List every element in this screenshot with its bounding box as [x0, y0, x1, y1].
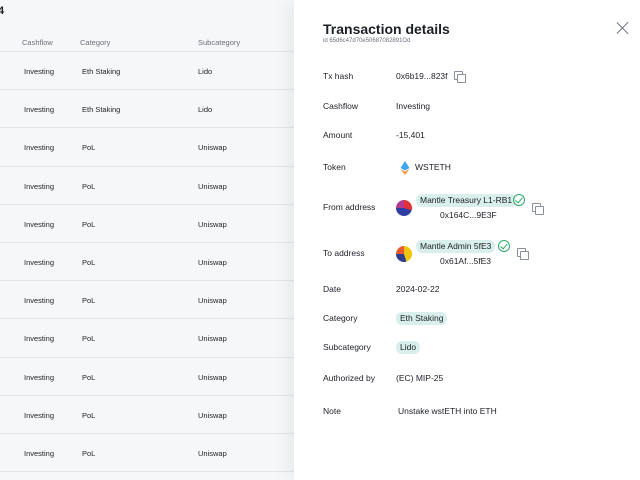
subcategory-tag: Lido [396, 341, 421, 354]
table-body: Investing Eth Staking Lido Investing Eth St… [0, 52, 300, 473]
copy-icon[interactable] [532, 203, 544, 215]
transaction-id: id 65d6c47d70e50687082891Od [323, 38, 411, 44]
table-row[interactable]: Investing PoL Uniswap [0, 319, 300, 358]
cell-subcategory: Uniswap [198, 334, 227, 344]
cell-subcategory: Uniswap [198, 372, 227, 382]
cell-subcategory: Uniswap [198, 257, 227, 267]
cashflow-label: Cashflow [323, 101, 358, 111]
copy-icon[interactable] [517, 248, 529, 260]
from-avatar [396, 200, 412, 216]
table-row[interactable]: Investing Eth Staking Lido [0, 52, 300, 91]
table-row[interactable]: Investing PoL Uniswap [0, 281, 300, 320]
table-row[interactable]: Investing PoL Uniswap [0, 167, 300, 205]
table-row[interactable]: Investing PoL Uniswap [0, 358, 300, 396]
cell-category: Eth Staking [82, 105, 121, 115]
table-header: Cashflow Category Subcategory [0, 32, 300, 52]
table-row[interactable]: Investing PoL Uniswap [0, 243, 300, 282]
cashflow-value: Investing [396, 101, 431, 111]
subcategory-label: Subcategory [323, 342, 371, 352]
close-icon[interactable] [616, 21, 630, 35]
cell-subcategory: Uniswap [198, 181, 227, 191]
tx-hash-label: Tx hash [323, 71, 354, 81]
cell-category: PoL [82, 448, 96, 458]
transaction-details-drawer: Transaction details id 65d6c47d70e506870… [294, 0, 640, 480]
from-address-value: 0x164C...9E3F [440, 210, 497, 220]
to-address-value: 0x61Af...5fE3 [440, 256, 492, 266]
cell-cashflow: Investing [24, 296, 55, 306]
amount-label: Amount [323, 130, 353, 140]
cell-category: PoL [82, 372, 96, 382]
tx-hash-value: 0x6b19...823f [396, 71, 448, 81]
cell-cashflow: Investing [24, 67, 55, 76]
cell-cashflow: Investing [24, 334, 55, 344]
cell-cashflow: Investing [24, 410, 55, 420]
token-label: Token [323, 162, 346, 172]
cell-subcategory: Lido [198, 105, 213, 115]
category-tag: Eth Staking [396, 312, 448, 325]
column-header-category[interactable]: Category [80, 38, 110, 47]
drawer-title: Transaction details [323, 21, 450, 37]
from-address-name-tag: Mantle Treasury L1-RB1 [416, 194, 517, 207]
cell-subcategory: Uniswap [198, 296, 227, 306]
cell-category: Eth Staking [82, 67, 121, 76]
to-avatar [396, 246, 412, 262]
verified-check-icon [513, 194, 525, 206]
token-value: WSTETH [415, 162, 451, 172]
cell-cashflow: Investing [24, 448, 55, 458]
table-row[interactable]: Investing PoL Uniswap [0, 205, 300, 243]
date-value: 2024-02-22 [396, 284, 440, 294]
cell-subcategory: Lido [198, 67, 213, 76]
cell-cashflow: Investing [24, 181, 55, 191]
verified-check-icon [498, 240, 510, 252]
cell-cashflow: Investing [24, 105, 55, 115]
category-label: Category [323, 313, 358, 323]
note-label: Note [323, 406, 341, 416]
cell-subcategory: Uniswap [198, 143, 227, 153]
cell-subcategory: Uniswap [198, 410, 227, 420]
table-row[interactable]: Investing PoL Uniswap [0, 434, 300, 473]
cell-category: PoL [82, 143, 96, 153]
amount-value: -15,401 [396, 130, 425, 140]
to-address-label: To address [323, 248, 365, 258]
note-value: Unstake wstETH into ETH [398, 406, 497, 416]
table-row[interactable]: Investing Eth Staking Lido [0, 90, 300, 129]
cell-cashflow: Investing [24, 143, 55, 153]
cell-cashflow: Investing [24, 372, 55, 382]
authorized-by-value: (EC) MIP-25 [396, 373, 444, 383]
cell-category: PoL [82, 219, 96, 229]
cell-category: PoL [82, 296, 96, 306]
authorized-by-label: Authorized by [323, 373, 375, 383]
cell-category: PoL [82, 257, 96, 267]
cell-category: PoL [82, 410, 96, 420]
page-title-fragment: 4 [0, 5, 5, 17]
from-address-label: From address [323, 202, 376, 212]
cell-cashflow: Investing [24, 257, 55, 267]
cell-subcategory: Uniswap [198, 448, 227, 458]
table-row[interactable]: Investing PoL Uniswap [0, 396, 300, 434]
date-label: Date [323, 284, 341, 294]
cell-cashflow: Investing [24, 219, 55, 229]
to-address-name-tag: Mantle Admin 5fE3 [416, 240, 496, 253]
wsteth-token-icon [400, 161, 410, 175]
cell-category: PoL [82, 181, 96, 191]
table-row[interactable]: Investing PoL Uniswap [0, 128, 300, 167]
cell-subcategory: Uniswap [198, 219, 227, 229]
column-header-subcategory[interactable]: Subcategory [198, 38, 240, 47]
column-header-cashflow[interactable]: Cashflow [22, 38, 53, 47]
copy-icon[interactable] [454, 71, 466, 83]
cell-category: PoL [82, 334, 96, 344]
